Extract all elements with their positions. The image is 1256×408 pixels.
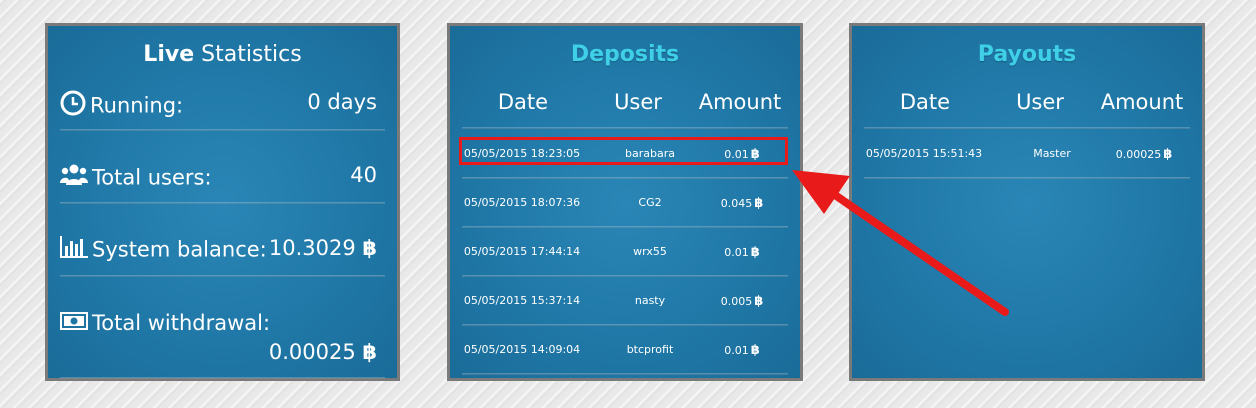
clock-icon <box>60 90 86 121</box>
bitcoin-icon: ฿ <box>362 236 377 260</box>
deposit-row: 05/05/2015 15:37:14 nasty 0.005 ฿ <box>462 277 788 325</box>
deposit-amount-value: 0.01 <box>724 344 749 357</box>
deposit-date: 05/05/2015 15:37:14 <box>463 294 581 307</box>
total-withdrawal-label: Total withdrawal: <box>92 311 271 335</box>
payouts-header-user: User <box>1016 90 1064 114</box>
deposit-date: 05/05/2015 18:07:36 <box>463 196 581 209</box>
total-withdrawal-value: 0.00025 ฿ <box>269 340 377 364</box>
deposit-row: 05/05/2015 14:09:04 btcprofit 0.01 ฿ <box>462 326 788 374</box>
total-withdrawal-stat: Total withdrawal: <box>60 310 377 335</box>
payout-amount-value: 0.00025 <box>1115 148 1162 161</box>
running-label: Running: <box>90 93 184 118</box>
deposit-amount: 0.01 ฿ <box>702 343 782 358</box>
deposits-title: Deposits <box>570 42 680 67</box>
payouts-header-date: Date <box>899 90 951 114</box>
deposit-date: 05/05/2015 17:44:14 <box>463 245 581 258</box>
payout-user: Master <box>1033 147 1071 160</box>
bitcoin-icon: ฿ <box>750 245 760 260</box>
divider <box>60 275 385 277</box>
highlight-box <box>459 137 788 165</box>
deposits-header-date: Date <box>497 90 549 114</box>
title-bold: Live <box>143 42 195 67</box>
users-icon <box>60 163 88 192</box>
deposit-user: CG2 <box>638 196 662 209</box>
deposit-amount-value: 0.01 <box>724 246 749 259</box>
divider <box>462 373 788 375</box>
deposit-row: 05/05/2015 17:44:14 wrx55 0.01 ฿ <box>462 228 788 276</box>
bitcoin-icon: ฿ <box>754 294 764 309</box>
deposit-row: 05/05/2015 18:07:36 CG2 0.045 ฿ <box>462 179 788 227</box>
total-withdrawal-amount: 0.00025 <box>268 340 356 364</box>
divider <box>60 202 385 204</box>
live-statistics-panel: Live Statistics Running: 0 days Total us… <box>45 23 400 381</box>
payouts-title: Payouts <box>977 42 1077 67</box>
system-balance-label: System balance: <box>92 237 267 262</box>
deposit-amount: 0.045 ฿ <box>702 196 782 211</box>
divider <box>60 129 385 131</box>
deposit-amount-value: 0.005 <box>720 295 753 308</box>
deposits-header-amount: Amount <box>698 90 782 114</box>
divider <box>462 127 788 129</box>
deposit-amount: 0.005 ฿ <box>702 294 782 309</box>
running-stat: Running: 0 days <box>60 90 377 121</box>
deposit-user: nasty <box>634 294 666 307</box>
deposit-date: 05/05/2015 14:09:04 <box>463 343 581 356</box>
deposits-header-user: User <box>614 90 662 114</box>
bitcoin-icon: ฿ <box>1163 147 1173 162</box>
payouts-header-amount: Amount <box>1100 90 1184 114</box>
system-balance-amount: 10.3029 <box>268 236 356 260</box>
deposits-panel: Deposits Date User Amount 05/05/2015 18:… <box>447 23 803 381</box>
deposit-amount: 0.01 ฿ <box>702 245 782 260</box>
money-icon <box>60 311 88 335</box>
bitcoin-icon: ฿ <box>362 340 377 364</box>
deposit-user: btcprofit <box>626 343 674 356</box>
divider <box>864 127 1190 129</box>
payout-date: 05/05/2015 15:51:43 <box>865 147 983 160</box>
total-users-stat: Total users: 40 <box>60 163 377 192</box>
total-users-label: Total users: <box>92 165 212 190</box>
title-rest: Statistics <box>194 42 302 67</box>
live-statistics-title: Live Statistics <box>48 40 397 70</box>
system-balance-stat: System balance: 10.3029 ฿ <box>60 236 377 263</box>
payout-amount: 0.00025 ฿ <box>1104 147 1184 162</box>
bar-chart-icon <box>60 236 88 263</box>
divider <box>60 377 385 379</box>
bitcoin-icon: ฿ <box>754 196 764 211</box>
deposit-amount-value: 0.045 <box>720 197 753 210</box>
system-balance-value: 10.3029 ฿ <box>269 236 377 260</box>
total-users-value: 40 <box>350 163 377 187</box>
running-value: 0 days <box>307 90 377 114</box>
annotation-arrow <box>792 170 1009 316</box>
bitcoin-icon: ฿ <box>750 343 760 358</box>
deposit-user: wrx55 <box>633 245 667 258</box>
